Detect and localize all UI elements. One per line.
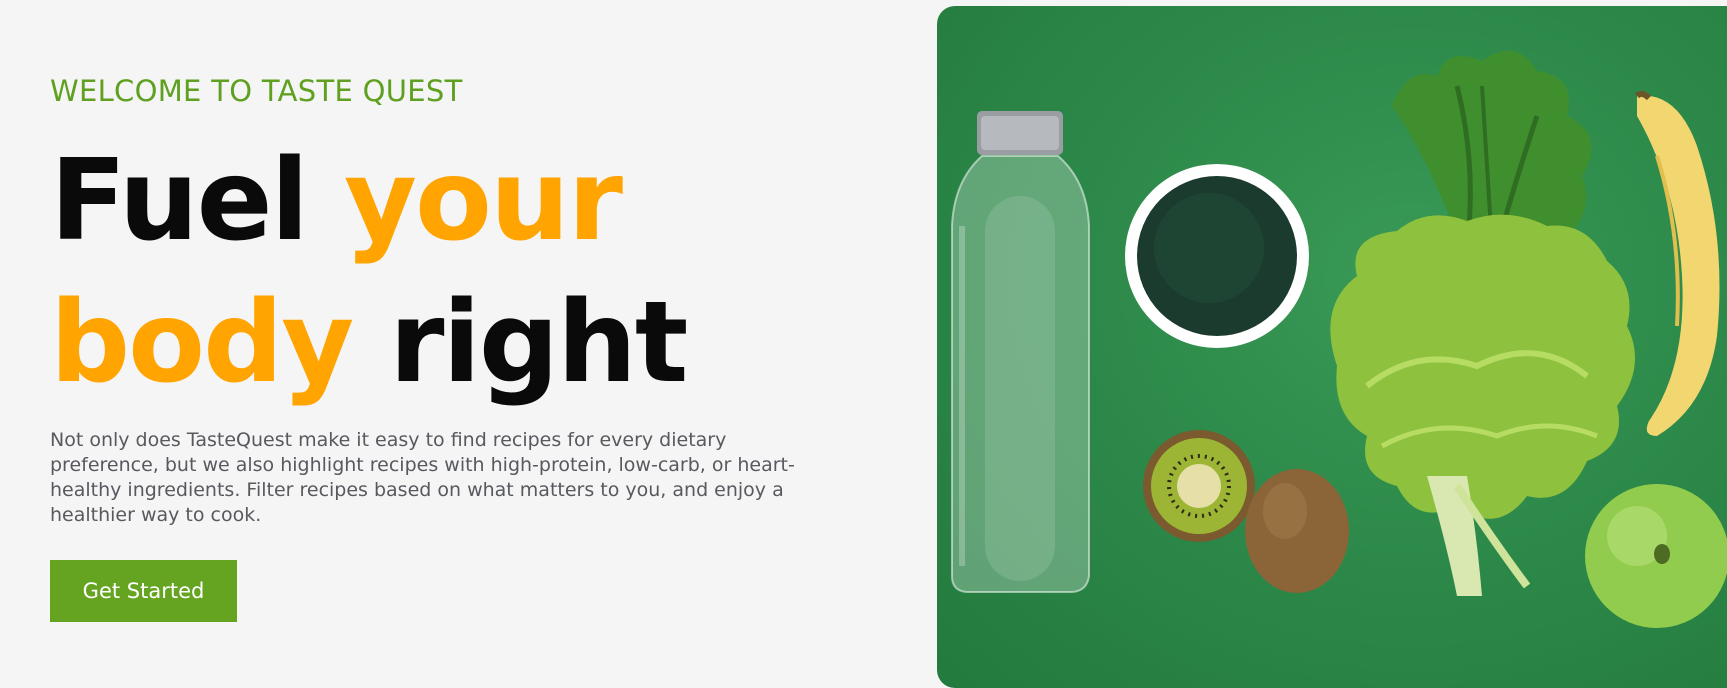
hero-section: WELCOME TO TASTE QUEST Fuel your body ri… xyxy=(0,0,1727,688)
headline-word-body: body xyxy=(50,278,354,408)
headline-line-2: body right xyxy=(50,272,870,414)
headline-word-your: your xyxy=(344,136,623,266)
hero-text-block: WELCOME TO TASTE QUEST Fuel your body ri… xyxy=(50,0,870,688)
hero-headline: Fuel your body right xyxy=(50,130,870,414)
get-started-button[interactable]: Get Started xyxy=(50,560,237,622)
kiwi-whole xyxy=(1245,469,1349,593)
headline-word-right: right xyxy=(389,278,688,408)
food-illustration xyxy=(951,50,1727,628)
hero-food-image xyxy=(937,6,1727,688)
headline-word-fuel: Fuel xyxy=(50,136,309,266)
hero-eyebrow: WELCOME TO TASTE QUEST xyxy=(50,74,463,108)
spirulina-bowl xyxy=(1125,164,1309,348)
hero-description: Not only does TasteQuest make it easy to… xyxy=(50,429,795,526)
banana xyxy=(1634,90,1720,436)
kiwi-half xyxy=(1143,430,1255,542)
green-apple xyxy=(1585,484,1727,628)
headline-line-1: Fuel your xyxy=(50,130,870,272)
water-bottle xyxy=(951,111,1090,593)
